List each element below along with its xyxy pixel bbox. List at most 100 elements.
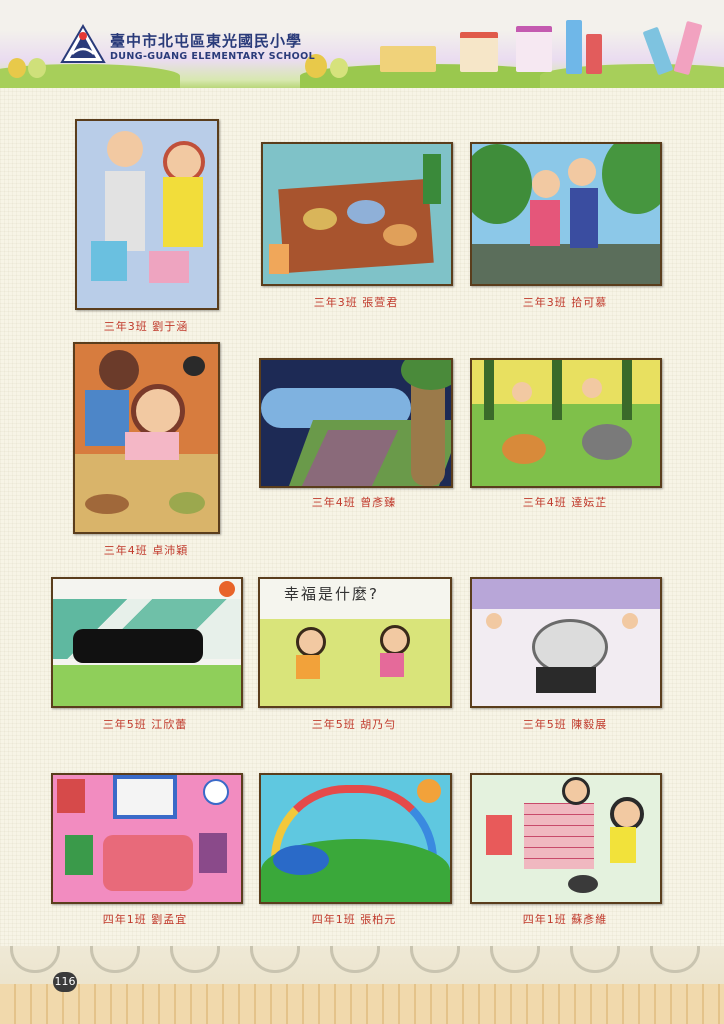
fence [0,984,724,1024]
artwork-caption: 四年1班 劉孟宜 [102,913,188,926]
window [113,775,177,819]
house-icon [516,26,552,72]
stove [536,667,596,693]
plate [568,875,598,893]
arch [330,946,380,973]
page-number: 116 [53,972,77,992]
artwork-caption: 四年1班 張柏元 [311,913,397,926]
picture-frame [57,779,85,813]
tree [472,144,532,224]
figure [149,251,189,283]
tree [622,360,632,420]
artwork-caption: 三年4班 卓沛穎 [103,544,189,557]
face [380,625,410,655]
figure [163,177,203,247]
figure [105,171,145,251]
face [131,384,185,438]
artwork-1 [75,119,219,310]
tree-icon [8,58,26,78]
cat [502,434,546,464]
face [582,378,602,398]
school-logo-icon [60,24,106,63]
figure [486,815,512,855]
face [486,613,502,629]
artwork-2 [261,142,453,286]
cat [582,424,632,460]
artwork-8: 幸福是什麼? [258,577,452,708]
header-banner: 臺中市北屯區東光國民小學 DUNG-GUANG ELEMENTARY SCHOO… [0,0,724,88]
arch [490,946,540,973]
artwork-7 [51,577,243,708]
artwork-caption: 三年5班 陳毅展 [522,718,608,731]
arch [570,946,620,973]
figure [530,200,560,246]
grass [260,619,450,706]
artwork-5 [259,358,453,488]
pond [273,845,329,875]
face [562,777,590,805]
tablecloth [524,803,594,869]
figure [125,432,179,460]
artwork-caption: 三年3班 拾可慕 [522,296,608,309]
artwork-caption: 三年3班 張萱君 [313,296,399,309]
artwork-4 [73,342,220,534]
sun [219,581,235,597]
face [512,382,532,402]
artwork-9 [470,577,662,708]
tree [552,360,562,420]
school-name-zh: 臺中市北屯區東光國民小學 [110,32,303,50]
pencil-icon [586,34,602,74]
artwork-caption: 三年5班 江欣蕾 [102,718,188,731]
figure [296,655,320,679]
school-name-en: DUNG-GUANG ELEMENTARY SCHOOL [110,51,316,62]
figure [85,390,129,446]
arch [90,946,140,973]
clock [203,779,229,805]
face [610,797,644,831]
artwork-3 [470,142,662,286]
face [296,627,326,657]
figure [380,653,404,677]
bread [85,494,129,514]
figure [610,827,636,863]
artwork-12 [470,773,662,904]
face [622,613,638,629]
artwork-10 [51,773,243,904]
arch [410,946,460,973]
figure [199,833,227,873]
tree-icon [330,58,348,78]
arch [650,946,700,973]
car [73,629,203,663]
figure [570,188,598,248]
arch [10,946,60,973]
sky [472,579,660,609]
ground [472,244,660,284]
artwork-caption: 三年3班 劉于涵 [103,320,189,333]
tree-icon [28,58,46,78]
arch [170,946,220,973]
figure [91,241,127,281]
plate [347,200,385,224]
sun [417,779,441,803]
hill [0,64,180,88]
grass [53,665,241,706]
tree [602,144,660,214]
face [107,131,143,167]
house-icon [380,46,436,72]
table [103,835,193,891]
artwork-caption: 三年4班 達妘芷 [522,496,608,509]
artwork-caption: 三年4班 曾彥臻 [311,496,397,509]
pencil-icon [566,20,582,74]
hair [99,350,139,390]
footer-decoration [0,946,724,1024]
face [532,170,560,198]
plate [303,208,337,230]
cake [169,492,205,514]
house-icon [460,32,498,72]
cup [269,244,289,274]
figure [65,835,93,875]
tree-leaves [401,360,451,390]
artwork-6 [470,358,662,488]
face [568,158,596,186]
plate [383,224,417,246]
